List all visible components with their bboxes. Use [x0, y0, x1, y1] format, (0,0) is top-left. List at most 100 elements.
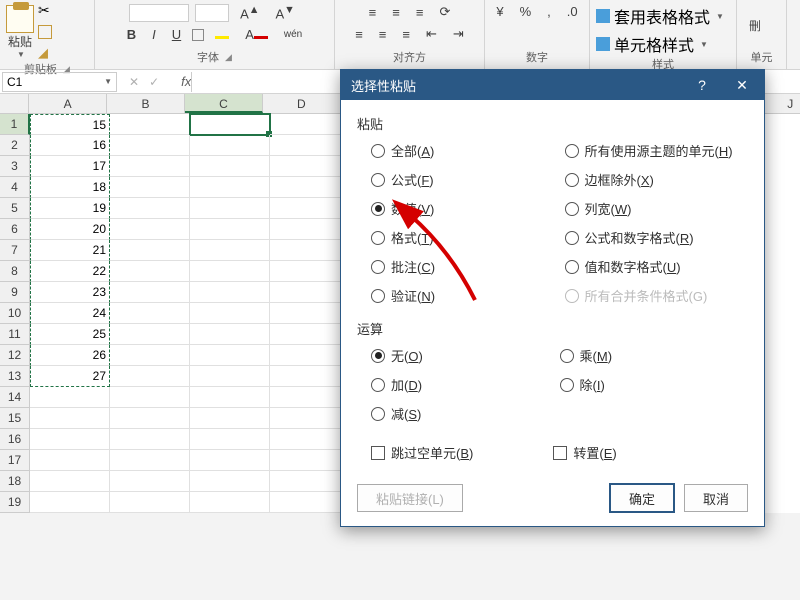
align-center-icon[interactable]: ≡ — [374, 25, 392, 44]
cell[interactable] — [190, 408, 270, 429]
align-top-icon[interactable]: ≡ — [364, 3, 382, 22]
cancel-entry-icon[interactable]: ✕ — [129, 75, 139, 89]
operation-option-radio[interactable]: 无(O) — [371, 346, 560, 365]
operation-option-radio[interactable]: 乘(M) — [560, 346, 749, 365]
cell[interactable]: 17 — [30, 156, 110, 177]
ok-button[interactable]: 确定 — [610, 484, 674, 512]
row-header[interactable]: 4 — [0, 177, 30, 198]
row-header[interactable]: 18 — [0, 471, 30, 492]
paste-option-radio[interactable]: 验证(N) — [371, 286, 555, 305]
row-header[interactable]: 12 — [0, 345, 30, 366]
col-header[interactable]: C — [185, 94, 263, 113]
cell[interactable] — [270, 135, 350, 156]
cell[interactable]: 24 — [30, 303, 110, 324]
cell[interactable] — [110, 303, 190, 324]
pinyin-button[interactable]: wén — [279, 27, 307, 42]
cell[interactable] — [270, 177, 350, 198]
help-button[interactable]: ? — [682, 71, 722, 99]
cell[interactable] — [270, 429, 350, 450]
insert-cells-icon[interactable]: 刪 — [743, 2, 780, 49]
paste-option-radio[interactable]: 所有使用源主题的单元(H) — [565, 141, 749, 160]
indent-inc-icon[interactable]: ⇥ — [448, 24, 469, 44]
cell[interactable] — [270, 282, 350, 303]
cell[interactable] — [30, 408, 110, 429]
cell[interactable] — [110, 408, 190, 429]
row-header[interactable]: 3 — [0, 156, 30, 177]
cell[interactable] — [270, 261, 350, 282]
cell[interactable] — [110, 429, 190, 450]
fill-color-button[interactable] — [210, 25, 234, 44]
percent-icon[interactable]: % — [515, 2, 537, 21]
row-header[interactable]: 19 — [0, 492, 30, 513]
format-as-table-button[interactable]: 套用表格格式▼ — [596, 4, 724, 28]
cell[interactable] — [270, 114, 350, 135]
name-box[interactable]: C1 ▼ — [2, 72, 117, 92]
operation-option-radio[interactable]: 减(S) — [371, 404, 560, 423]
decrease-font-icon[interactable]: A▼ — [271, 2, 300, 23]
paste-option-radio[interactable]: 边框除外(X) — [565, 170, 749, 189]
cell[interactable] — [30, 450, 110, 471]
cell[interactable] — [110, 492, 190, 513]
cell[interactable] — [190, 450, 270, 471]
align-bottom-icon[interactable]: ≡ — [411, 3, 429, 22]
cell[interactable]: 26 — [30, 345, 110, 366]
transpose-checkbox[interactable]: 转置(E) — [553, 443, 616, 462]
cell[interactable] — [110, 198, 190, 219]
cell[interactable] — [190, 177, 270, 198]
cell[interactable] — [190, 345, 270, 366]
cell[interactable]: 18 — [30, 177, 110, 198]
row-header[interactable]: 2 — [0, 135, 30, 156]
cell[interactable] — [190, 492, 270, 513]
paste-option-radio[interactable]: 全部(A) — [371, 141, 555, 160]
cell[interactable]: 20 — [30, 219, 110, 240]
indent-dec-icon[interactable]: ⇤ — [421, 24, 442, 44]
cell[interactable] — [110, 471, 190, 492]
cell[interactable] — [270, 156, 350, 177]
fx-icon[interactable]: fx — [181, 74, 191, 89]
col-header[interactable]: A — [29, 94, 107, 113]
cell[interactable]: 22 — [30, 261, 110, 282]
row-header[interactable]: 1 — [0, 114, 30, 135]
cell[interactable] — [110, 366, 190, 387]
cell[interactable] — [110, 345, 190, 366]
skip-blanks-checkbox[interactable]: 跳过空单元(B) — [371, 443, 473, 462]
paste-option-radio[interactable]: 格式(T) — [371, 228, 555, 247]
cell[interactable] — [190, 135, 270, 156]
cell[interactable] — [190, 387, 270, 408]
cell[interactable]: 15 — [30, 114, 110, 135]
comma-icon[interactable]: , — [542, 2, 556, 21]
paste-option-radio[interactable]: 批注(C) — [371, 257, 555, 276]
italic-button[interactable]: I — [147, 25, 161, 44]
currency-icon[interactable]: ¥ — [491, 2, 508, 21]
cut-icon[interactable]: ✂ — [38, 2, 52, 19]
operation-option-radio[interactable]: 加(D) — [371, 375, 560, 394]
cell[interactable] — [190, 366, 270, 387]
cell[interactable] — [110, 261, 190, 282]
cell[interactable] — [190, 429, 270, 450]
cell[interactable]: 25 — [30, 324, 110, 345]
cell[interactable] — [270, 303, 350, 324]
cell[interactable]: 16 — [30, 135, 110, 156]
cell[interactable]: 19 — [30, 198, 110, 219]
cell[interactable] — [190, 303, 270, 324]
paste-option-radio[interactable]: 列宽(W) — [565, 199, 749, 218]
font-size-select[interactable] — [195, 4, 229, 22]
select-all-corner[interactable] — [0, 94, 29, 113]
align-middle-icon[interactable]: ≡ — [387, 3, 405, 22]
close-button[interactable]: ✕ — [722, 71, 762, 99]
orientation-icon[interactable]: ⟳ — [434, 2, 455, 22]
align-right-icon[interactable]: ≡ — [397, 25, 415, 44]
cell[interactable]: 23 — [30, 282, 110, 303]
cell[interactable] — [30, 471, 110, 492]
row-header[interactable]: 11 — [0, 324, 30, 345]
row-header[interactable]: 9 — [0, 282, 30, 303]
cell[interactable] — [270, 387, 350, 408]
cell[interactable] — [190, 261, 270, 282]
cell[interactable] — [270, 345, 350, 366]
cell[interactable] — [110, 450, 190, 471]
paste-option-radio[interactable]: 数值(V) — [371, 199, 555, 218]
copy-icon[interactable] — [38, 25, 52, 39]
cell[interactable]: 27 — [30, 366, 110, 387]
row-header[interactable]: 14 — [0, 387, 30, 408]
cell[interactable] — [270, 492, 350, 513]
